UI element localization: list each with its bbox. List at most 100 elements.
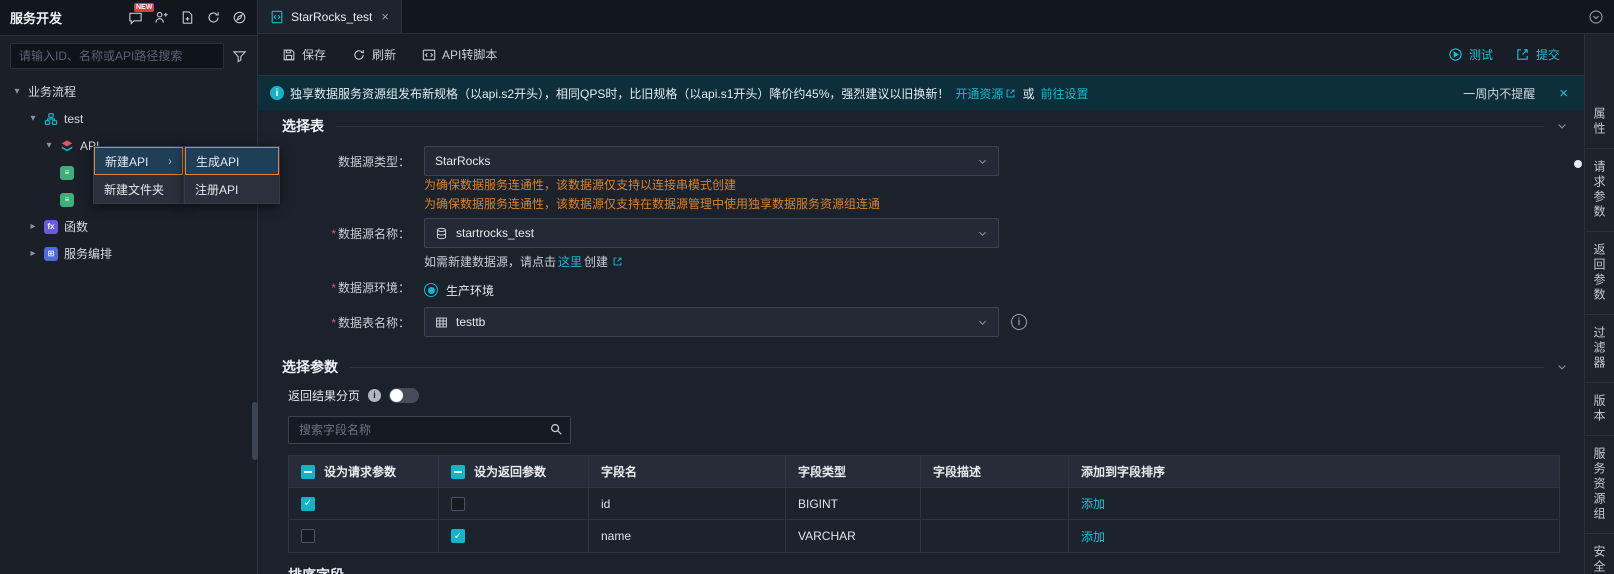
response-checkbox[interactable]: ✓ (451, 529, 465, 543)
chevron-down-icon: ▾ (46, 140, 52, 151)
menu-item-generate-api[interactable]: 生成API (185, 147, 279, 175)
test-button[interactable]: 测试 (1448, 46, 1493, 63)
refresh-button[interactable]: 刷新 (352, 46, 396, 63)
table-name-select[interactable]: testtb (424, 307, 999, 337)
submit-button[interactable]: 提交 (1515, 46, 1560, 63)
create-here-link[interactable]: 这里 (558, 253, 582, 270)
field-label: * 数据源名称： (331, 227, 410, 241)
collapse-chevron-icon[interactable] (1556, 120, 1568, 132)
filter-icon[interactable] (232, 49, 247, 64)
notice-banner: i 独享数据服务资源组发布新规格（以api.s2开头），相同QPS时，比旧规格（… (258, 76, 1584, 110)
menu-item-new-api[interactable]: 新建API › (94, 147, 183, 175)
response-header-cell: 设为返回参数 (439, 456, 589, 487)
table-icon (435, 316, 448, 329)
sort-section-title: 排序字段 (288, 565, 1568, 574)
tab-close-icon[interactable]: × (381, 9, 389, 24)
section-title: 选择参数 (282, 359, 338, 375)
add-to-sort-link[interactable]: 添加 (1081, 528, 1105, 545)
save-button[interactable]: 保存 (282, 46, 326, 63)
editor-toolbar: 保存 刷新 API转脚本 测试 提交 (258, 34, 1584, 76)
request-select-all-checkbox[interactable] (301, 464, 315, 479)
add-user-icon[interactable] (153, 10, 169, 26)
orchestration-icon: ⊞ (44, 246, 58, 261)
search-input[interactable] (10, 43, 224, 69)
field-type-cell: VARCHAR (786, 520, 921, 552)
collapse-chevron-icon[interactable] (1556, 361, 1568, 373)
table-row: ✓ name VARCHAR 添加 (289, 520, 1559, 552)
table-header-row: 设为请求参数 设为返回参数 字段名 字段类型 字段描述 添加到字段排序 (289, 456, 1559, 488)
field-type-header-cell: 字段类型 (786, 456, 921, 487)
params-table: 设为请求参数 设为返回参数 字段名 字段类型 字段描述 添加到字段排序 ✓ id… (288, 455, 1560, 553)
sidebar-header: 服务开发 NEW (0, 0, 257, 36)
request-header-cell: 设为请求参数 (289, 456, 439, 487)
production-radio[interactable] (424, 283, 438, 297)
toolbar-right-group: 测试 提交 (1448, 46, 1560, 63)
request-cell (289, 520, 439, 552)
datasource-type-select[interactable]: StarRocks (424, 146, 999, 176)
field-label: * 数据源环境： (331, 281, 410, 295)
env-radio-group: 生产环境 (424, 279, 1568, 301)
form-row-datasource-env: * 数据源环境： 生产环境 (318, 275, 1568, 301)
context-submenu: 生成API 注册API (184, 146, 280, 204)
tab-bar: StarRocks_test × (258, 0, 1614, 34)
banner-message: 独享数据服务资源组发布新规格（以api.s2开头），相同QPS时，比旧规格（以a… (290, 86, 950, 101)
table-row: ✓ id BIGINT 添加 (289, 488, 1559, 520)
go-settings-link[interactable]: 前往设置 (1040, 85, 1088, 102)
tree-item-orchestration[interactable]: ▸ ⊞ 服务编排 (0, 240, 257, 267)
menu-item-new-folder[interactable]: 新建文件夹 (94, 175, 183, 203)
banner-close-icon[interactable]: × (1555, 85, 1572, 102)
sidebar-search (0, 36, 257, 76)
dismiss-week-link[interactable]: 一周内不提醒 (1463, 85, 1535, 102)
tab-starrocks-test[interactable]: StarRocks_test × (258, 0, 402, 33)
field-desc-cell (921, 520, 1069, 552)
field-desc-header-cell: 字段描述 (921, 456, 1069, 487)
chevron-down-icon: ▾ (30, 113, 36, 124)
form-content: 选择表 数据源类型： StarRocks 为确保数据服务连通性，该数据源仅支持以… (258, 110, 1584, 574)
params-section-body: 返回结果分页 i 搜索字段名称 设为请求参数 设为返回参数 字段名 字段类型 字… (288, 387, 1568, 574)
form-row-datasource-type: 数据源类型： StarRocks 为确保数据服务连通性，该数据源仅支持以连接串模… (318, 146, 1568, 214)
refresh-icon[interactable] (205, 10, 221, 26)
workflow-icon (44, 112, 58, 126)
rail-tab-1[interactable]: 请求参数 (1585, 149, 1614, 232)
tree-item-functions[interactable]: ▸ fx 函数 (0, 213, 257, 240)
add-file-icon[interactable] (179, 10, 195, 26)
field-name-cell: id (589, 488, 786, 519)
info-icon: i (270, 86, 284, 100)
external-link-icon[interactable] (612, 256, 623, 267)
tab-list-dropdown[interactable] (1588, 0, 1614, 33)
chevron-down-icon (977, 317, 988, 328)
rail-tab-3[interactable]: 过滤器 (1585, 315, 1614, 383)
rail-tab-2[interactable]: 返回参数 (1585, 232, 1614, 315)
request-checkbox[interactable] (301, 529, 315, 543)
compass-icon[interactable] (231, 10, 247, 26)
response-cell (439, 488, 589, 519)
rail-tab-5[interactable]: 服务资源组 (1585, 436, 1614, 534)
request-cell: ✓ (289, 488, 439, 519)
sidebar-resize-handle[interactable] (252, 402, 258, 460)
tree-item-test[interactable]: ▾ test (0, 105, 257, 132)
response-select-all-checkbox[interactable] (451, 464, 465, 479)
section-title: 选择表 (282, 118, 324, 134)
pagination-toggle[interactable] (389, 387, 420, 403)
datasource-name-select[interactable]: startrocks_test (424, 218, 999, 248)
rail-tab-4[interactable]: 版本 (1585, 383, 1614, 436)
tree-item-business-process[interactable]: ▾ 业务流程 (0, 78, 257, 105)
open-resource-link[interactable]: 开通资源 (955, 85, 1016, 102)
search-icon[interactable] (549, 422, 563, 436)
add-to-sort-link[interactable]: 添加 (1081, 495, 1105, 512)
rail-tab-0[interactable]: 属性 (1585, 96, 1614, 149)
right-rail: 属性请求参数返回参数过滤器版本服务资源组安全认证 (1584, 34, 1614, 574)
pagination-info-icon[interactable]: i (368, 388, 382, 402)
field-search-input[interactable] (288, 416, 571, 444)
api-to-script-button[interactable]: API转脚本 (422, 46, 497, 63)
field-label: * 数据表名称： (331, 316, 410, 330)
sidebar-toolbar: NEW (127, 2, 247, 26)
scrollbar-thumb[interactable] (1574, 160, 1582, 168)
message-icon[interactable]: NEW (127, 2, 155, 26)
request-checkbox[interactable]: ✓ (301, 496, 315, 511)
table-help-icon[interactable]: i (1011, 314, 1027, 330)
rail-tab-6[interactable]: 安全认证 (1585, 534, 1614, 574)
menu-item-register-api[interactable]: 注册API (185, 175, 279, 203)
response-checkbox[interactable] (451, 496, 465, 511)
api-doc-icon: ≡ (60, 192, 74, 207)
